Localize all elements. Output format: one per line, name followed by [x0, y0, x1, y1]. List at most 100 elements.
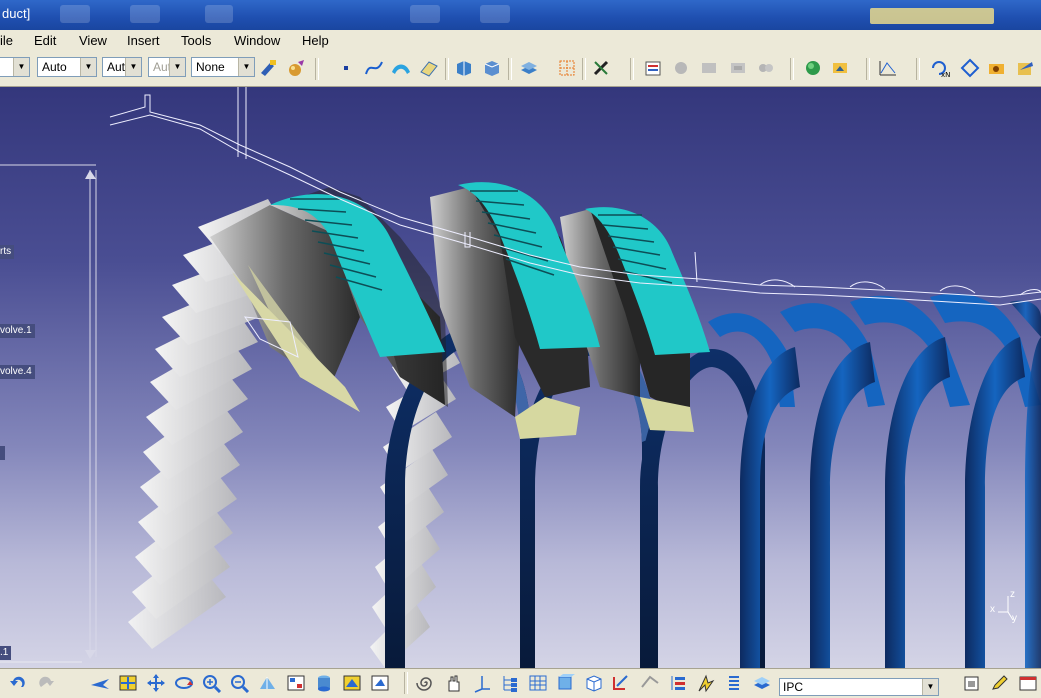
axis-y-label: y: [1012, 613, 1017, 624]
menu-help[interactable]: Help: [302, 33, 329, 48]
3d-box-button[interactable]: [582, 671, 606, 695]
sketch-button[interactable]: [554, 671, 578, 695]
analysis-button[interactable]: [517, 56, 541, 80]
tree-icon: [503, 676, 517, 692]
menu-tools[interactable]: Tools: [181, 33, 211, 48]
toolbar-separator: [445, 58, 449, 80]
format-painter-button[interactable]: [256, 56, 280, 80]
thickness-combo[interactable]: Aut ▼: [102, 57, 142, 77]
tree-item-last[interactable]: .1: [0, 646, 12, 660]
model-canvas[interactable]: [0, 87, 1041, 668]
chevron-down-icon[interactable]: ▼: [922, 679, 938, 695]
surface-button[interactable]: [389, 56, 413, 80]
tree-item-parts[interactable]: rts: [0, 245, 15, 259]
color-combo[interactable]: ▼: [0, 57, 30, 77]
multi-view-button[interactable]: [284, 671, 308, 695]
catalog-button[interactable]: [641, 56, 665, 80]
join-button[interactable]: [417, 56, 441, 80]
menu-edit[interactable]: Edit: [34, 33, 56, 48]
spiral-button[interactable]: [414, 671, 438, 695]
title-glare: [410, 5, 440, 23]
spiral-icon: [416, 677, 432, 691]
menu-insert[interactable]: Insert: [127, 33, 160, 48]
menu-view[interactable]: View: [79, 33, 107, 48]
zoom-out-button[interactable]: [228, 671, 252, 695]
window-button[interactable]: [1016, 671, 1040, 695]
knowledge-button[interactable]: [590, 56, 614, 80]
boundary-button[interactable]: [480, 56, 504, 80]
zoom-in-button[interactable]: [200, 671, 224, 695]
lightning-icon: [698, 674, 715, 693]
layers-icon: [702, 63, 716, 73]
apply-material-button[interactable]: [284, 56, 308, 80]
grid-icon: [559, 60, 575, 76]
cylinder-icon: [318, 675, 330, 692]
structure-icon: [671, 676, 685, 690]
cube-icon: [586, 675, 602, 692]
command-input[interactable]: IPC ▼: [779, 678, 939, 696]
update-button[interactable]: xN: [929, 56, 953, 80]
title-bar: duct]: [0, 0, 1041, 30]
iso-view-button[interactable]: [312, 671, 336, 695]
chevron-down-icon: ▼: [169, 58, 185, 76]
list-button[interactable]: [722, 671, 746, 695]
undo-button[interactable]: [6, 671, 30, 695]
stop-button[interactable]: [960, 671, 984, 695]
thickness-value: Aut: [107, 60, 126, 74]
toolbar-separator: [790, 58, 794, 80]
toolbar-separator: [630, 58, 634, 80]
grab-button[interactable]: [442, 671, 466, 695]
apply-scene-button[interactable]: [829, 56, 853, 80]
edit-button[interactable]: [988, 671, 1012, 695]
rotate-button[interactable]: [172, 671, 196, 695]
menu-bar: ile Edit View Insert Tools Window Help: [0, 30, 1041, 53]
tree-item-marker: [0, 446, 5, 460]
tools-icon: [593, 60, 609, 76]
axis-z-label: z: [1010, 589, 1015, 600]
lighting-button[interactable]: [694, 671, 718, 695]
3d-viewport[interactable]: rts volve.1 volve.4 .1 z x y: [0, 87, 1041, 668]
zoom-in-icon: [203, 675, 222, 693]
paste-button[interactable]: [1013, 56, 1037, 80]
surface-icon: [392, 64, 410, 74]
render-style-button[interactable]: [340, 671, 364, 695]
chevron-down-icon[interactable]: ▼: [125, 58, 141, 76]
tree-item-revolve1[interactable]: volve.1: [0, 324, 35, 338]
multi-select-button[interactable]: [958, 56, 982, 80]
fly-button[interactable]: [88, 671, 112, 695]
sketch-icon: [558, 674, 575, 690]
main-toolbar: ▼ Auto ▼ Aut ▼ Aut ▼ None ▼ xN: [0, 52, 1041, 87]
material-ball-icon: [289, 60, 304, 76]
layers-icon: [641, 675, 659, 688]
grid-toggle-button[interactable]: [526, 671, 550, 695]
structure-button[interactable]: [666, 671, 690, 695]
point-icon: [344, 66, 348, 70]
photo-studio-button[interactable]: [985, 56, 1009, 80]
chart-icon: [879, 61, 896, 76]
menu-file[interactable]: ile: [0, 33, 13, 48]
scene-icon: [833, 63, 847, 73]
point-button[interactable]: [334, 56, 358, 80]
linetype-combo[interactable]: Auto ▼: [37, 57, 97, 77]
spline-button[interactable]: [362, 56, 386, 80]
chevron-down-icon[interactable]: ▼: [13, 58, 29, 76]
refresh-icon: xN: [932, 61, 950, 78]
spec-tree-button[interactable]: [498, 671, 522, 695]
tree-item-revolve4[interactable]: volve.4: [0, 365, 35, 379]
extract-button[interactable]: [452, 56, 476, 80]
pan-button[interactable]: [144, 671, 168, 695]
axis-button[interactable]: [470, 671, 494, 695]
chevron-down-icon[interactable]: ▼: [80, 58, 96, 76]
plot-button[interactable]: [876, 56, 900, 80]
pan-icon: [147, 674, 165, 692]
grid-button[interactable]: [555, 56, 579, 80]
normal-view-button[interactable]: [256, 671, 280, 695]
measure-button[interactable]: [610, 671, 634, 695]
fit-all-button[interactable]: [116, 671, 140, 695]
menu-window[interactable]: Window: [234, 33, 280, 48]
chevron-down-icon[interactable]: ▼: [238, 58, 254, 76]
render-button[interactable]: [801, 56, 825, 80]
layer-filter-button[interactable]: [750, 671, 774, 695]
layer-combo[interactable]: None ▼: [191, 57, 255, 77]
hide-show-button[interactable]: [368, 671, 392, 695]
